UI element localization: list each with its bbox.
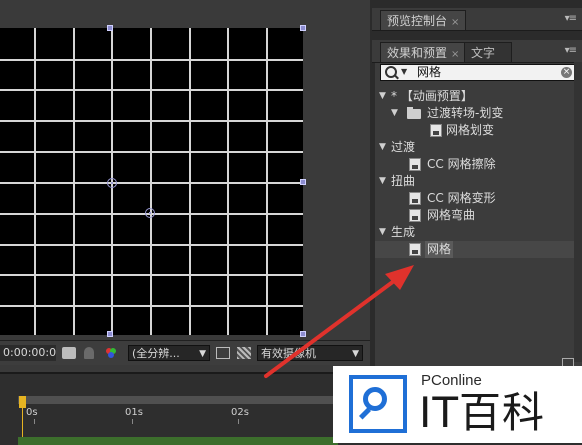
show-snapshot-icon[interactable] xyxy=(84,347,94,359)
tree-item-cc-grid-wipe[interactable]: CC 网格擦除 xyxy=(375,156,582,173)
time-ruler-tick xyxy=(34,419,35,424)
layer-handle-bottom-right[interactable] xyxy=(300,331,306,337)
grid-line xyxy=(266,28,268,335)
effect-icon xyxy=(409,192,421,205)
resolution-value: (全分辨... xyxy=(132,347,180,360)
snapshot-camera-icon[interactable] xyxy=(62,347,76,359)
close-icon[interactable]: × xyxy=(451,17,459,28)
tree-category-transition[interactable]: ▼ 过渡 xyxy=(375,139,582,156)
region-of-interest-icon[interactable] xyxy=(216,347,230,359)
playhead-handle[interactable] xyxy=(19,396,26,408)
time-navigator-bar[interactable] xyxy=(18,396,338,404)
chevron-down-icon[interactable]: ▼ xyxy=(401,64,407,79)
time-ruler-label: 02s xyxy=(231,407,249,418)
tree-label: 过渡 xyxy=(391,140,416,154)
effect-icon xyxy=(409,158,421,171)
preview-panel-tabbar: 预览控制台 × ▾≡ xyxy=(372,8,582,31)
grid-line xyxy=(189,28,191,335)
camera-value: 有效摄像机 xyxy=(261,347,316,360)
expand-triangle-icon[interactable]: ▼ xyxy=(379,139,386,156)
tree-item-mesh-warp[interactable]: 网格弯曲 xyxy=(375,207,582,224)
time-ruler-label: 01s xyxy=(125,407,143,418)
tab-text[interactable]: 文字 xyxy=(464,42,512,62)
transparency-grid-icon[interactable] xyxy=(237,347,251,359)
tree-label: CC 网格擦除 xyxy=(427,157,496,171)
timecode-display[interactable]: 0:00:00:00 xyxy=(0,345,56,361)
tree-category-generate[interactable]: ▼ 生成 xyxy=(375,224,582,241)
resolution-dropdown[interactable]: (全分辨... ▼ xyxy=(128,345,210,361)
expand-triangle-icon[interactable]: ▼ xyxy=(391,105,398,122)
layer-handle-top[interactable] xyxy=(107,25,113,31)
tree-item-grid-wipe-preset[interactable]: 网格划变 xyxy=(375,122,582,139)
layer-handle-bottom[interactable] xyxy=(107,331,113,337)
tab-text-label: 文字 xyxy=(471,46,496,60)
viewer-toolbar: 0:00:00:00 (全分辨... ▼ 有效摄像机 ▼ xyxy=(0,340,370,365)
effects-panel-tabbar: 效果和预置 × 文字 ▾≡ xyxy=(372,40,582,63)
panel-scrollbar[interactable] xyxy=(574,62,582,362)
grid-center-handle[interactable] xyxy=(145,208,155,218)
layer-handle-right[interactable] xyxy=(300,179,306,185)
effects-presets-panel: 效果和预置 × 文字 ▾≡ ▼ 网格 × ▼ * 【动画预置】 ▼ 过渡转场-划变 xyxy=(372,40,582,372)
expand-triangle-icon[interactable]: ▼ xyxy=(379,224,386,241)
time-ruler-label: 0s xyxy=(26,407,38,418)
tab-effects-presets[interactable]: 效果和预置 × xyxy=(380,42,467,62)
panel-menu-icon[interactable]: ▾≡ xyxy=(565,13,577,24)
effect-icon xyxy=(409,209,421,222)
tree-label: 网格 xyxy=(425,241,454,258)
search-icon xyxy=(385,66,397,78)
tree-label: 生成 xyxy=(391,225,416,239)
preset-icon xyxy=(430,124,442,137)
tree-label: 网格划变 xyxy=(446,123,495,137)
tree-label: CC 网格变形 xyxy=(427,191,496,205)
tree-label: 扭曲 xyxy=(391,174,416,188)
anchor-point-handle[interactable] xyxy=(107,178,117,188)
tree-label: * 【动画预置】 xyxy=(391,89,473,103)
effect-icon xyxy=(409,243,421,256)
grid-line xyxy=(227,28,229,335)
clear-search-icon[interactable]: × xyxy=(561,67,572,78)
work-area-bar[interactable] xyxy=(18,437,338,445)
effects-search-input[interactable]: ▼ 网格 × xyxy=(380,64,576,81)
magnifier-logo-icon xyxy=(349,375,407,433)
grid-line xyxy=(73,28,75,335)
panel-menu-icon[interactable]: ▾≡ xyxy=(565,45,577,56)
time-ruler-tick xyxy=(132,419,133,424)
chevron-down-icon: ▼ xyxy=(352,349,359,359)
composition-viewer: 0:00:00:00 (全分辨... ▼ 有效摄像机 ▼ xyxy=(0,0,370,372)
folder-icon xyxy=(407,107,421,119)
grid-line xyxy=(150,28,152,335)
tree-item-cc-grid-warp[interactable]: CC 网格变形 xyxy=(375,190,582,207)
tab-preview-label: 预览控制台 xyxy=(387,14,448,28)
composition-canvas[interactable] xyxy=(0,28,303,335)
tab-preview[interactable]: 预览控制台 × xyxy=(380,10,467,30)
watermark-name: IT百科 xyxy=(419,388,546,437)
expand-triangle-icon[interactable]: ▼ xyxy=(379,173,386,190)
layer-handle-top-right[interactable] xyxy=(300,25,306,31)
tree-folder-transitions[interactable]: ▼ 过渡转场-划变 xyxy=(375,105,582,122)
pconline-watermark: PConline IT百科 xyxy=(333,366,582,443)
chevron-down-icon: ▼ xyxy=(199,349,206,359)
color-channel-icon[interactable] xyxy=(104,347,118,359)
search-value: 网格 xyxy=(417,65,442,79)
grid-line xyxy=(34,28,36,335)
camera-dropdown[interactable]: 有效摄像机 ▼ xyxy=(257,345,363,361)
watermark-brand: PConline xyxy=(421,372,482,389)
tree-label: 过渡转场-划变 xyxy=(427,106,504,120)
tab-effects-label: 效果和预置 xyxy=(387,46,448,60)
expand-triangle-icon[interactable]: ▼ xyxy=(379,88,386,105)
close-icon[interactable]: × xyxy=(451,49,459,60)
time-ruler-tick xyxy=(238,419,239,424)
tree-label: 网格弯曲 xyxy=(427,208,476,222)
tree-item-grid[interactable]: 网格 xyxy=(375,241,582,258)
tree-category-distort[interactable]: ▼ 扭曲 xyxy=(375,173,582,190)
tree-category-anim-presets[interactable]: ▼ * 【动画预置】 xyxy=(375,88,582,105)
right-panel-column: 预览控制台 × ▾≡ 效果和预置 × 文字 ▾≡ ▼ 网格 × ▼ * 【动画预置】 xyxy=(372,0,582,372)
